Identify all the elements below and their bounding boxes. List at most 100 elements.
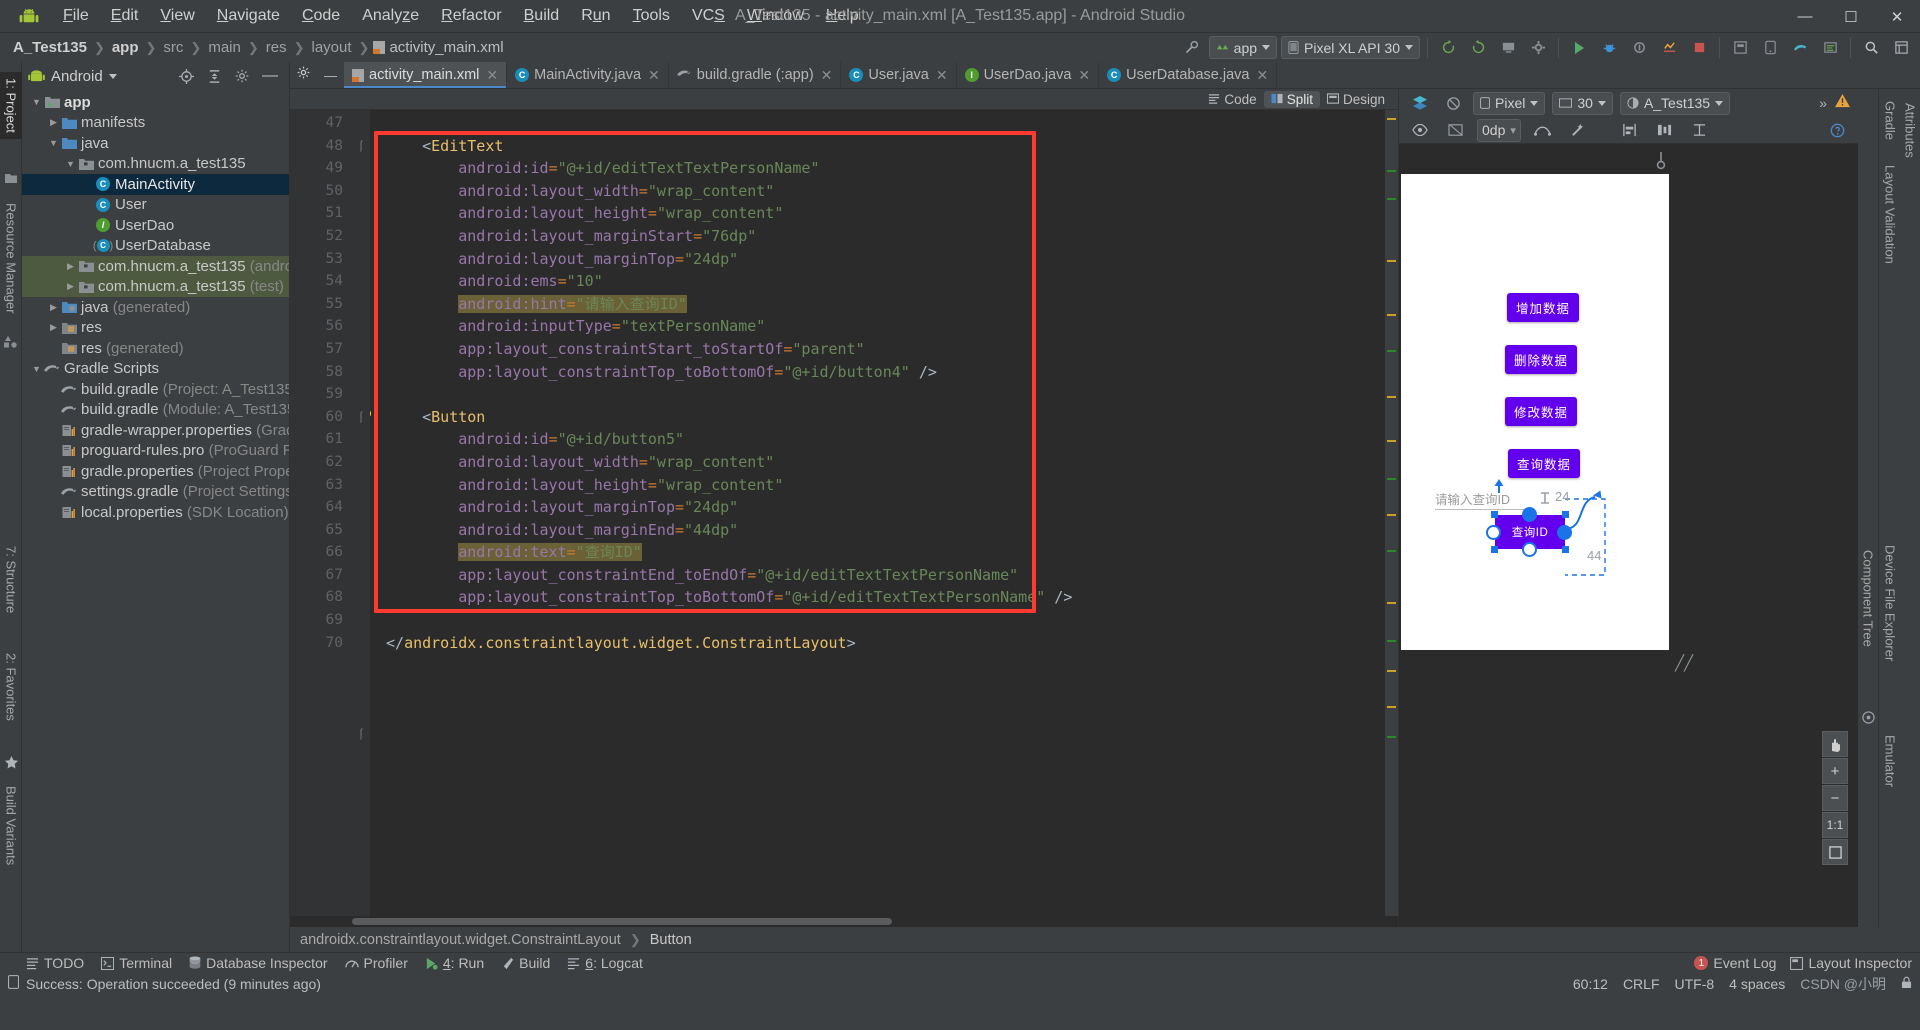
error-stripe-marker[interactable]	[1387, 440, 1396, 442]
breadcrumb-item-4[interactable]: res	[263, 39, 290, 56]
error-stripe-marker[interactable]	[1387, 314, 1396, 316]
editor-tab-userdao-java[interactable]: I UserDao.java ✕	[957, 62, 1100, 88]
editor-tab-userdatabase-java[interactable]: C UserDatabase.java ✕	[1099, 62, 1278, 88]
device-preview-surface[interactable]: 增加数据 删除数据 修改数据 查询数据 请输入查询ID 查询ID 24 44	[1401, 174, 1669, 650]
error-stripe-marker[interactable]	[1387, 198, 1396, 200]
menu-item-tools[interactable]: Tools	[622, 4, 681, 28]
hide-panel-icon[interactable]: —	[324, 68, 337, 83]
bottom-item-build[interactable]: Build	[501, 955, 550, 971]
bottom-item-logcat[interactable]: 6: Logcat	[567, 955, 643, 971]
sidebar-item-emulator[interactable]: Emulator	[1879, 729, 1901, 793]
zoom-actual-size[interactable]: 1:1	[1822, 812, 1848, 838]
error-stripe-marker[interactable]	[1387, 478, 1396, 480]
editor-tabs-left-controls[interactable]: —	[290, 62, 344, 88]
preview-button-add[interactable]: 增加数据	[1507, 293, 1580, 322]
sync-gradle-icon[interactable]	[1435, 36, 1461, 60]
bottom-item-layout-inspector[interactable]: Layout Inspector	[1790, 955, 1912, 971]
magic-wand-icon[interactable]	[1565, 118, 1591, 142]
menu-item-refactor[interactable]: Refactor	[430, 4, 512, 28]
constraint-anchor-bottom[interactable]	[1522, 542, 1537, 557]
resize-handle-tr[interactable]	[1562, 511, 1569, 518]
editor-tab-mainactivity-java[interactable]: C MainActivity.java ✕	[507, 62, 669, 88]
locate-icon[interactable]	[173, 64, 199, 88]
code-breadcrumb-child[interactable]: Button	[650, 932, 692, 948]
component-tree-strip[interactable]: Component Tree	[1858, 89, 1878, 927]
api-level-select[interactable]: 30	[1552, 91, 1613, 115]
layers-icon[interactable]	[1407, 91, 1433, 115]
menu-item-navigate[interactable]: Navigate	[206, 4, 291, 28]
right-tool-window-bar[interactable]: Gradle Layout Validation Device File Exp…	[1878, 89, 1900, 927]
view-mode-code[interactable]: Code	[1201, 91, 1263, 108]
tree-item-local-properties[interactable]: local.properties (SDK Location)	[22, 502, 289, 523]
sidebar-item-attributes[interactable]: Attributes	[1899, 97, 1920, 164]
wrench-icon[interactable]	[1179, 36, 1205, 60]
tree-item-manifests[interactable]: ▶ manifests	[22, 113, 289, 134]
chevron-right-icon[interactable]: ▶	[64, 281, 77, 292]
gradle-toolbar-icon[interactable]	[1787, 36, 1813, 60]
editor-tab-user-java[interactable]: C User.java ✕	[841, 62, 957, 88]
tree-item-settings-gradle[interactable]: settings.gradle (Project Settings)	[22, 482, 289, 503]
design-canvas[interactable]: 增加数据 删除数据 修改数据 查询数据 请输入查询ID 查询ID 24 44 ╱…	[1399, 144, 1858, 927]
breadcrumb-item-0[interactable]: A_Test135	[10, 39, 90, 56]
menu-item-view[interactable]: View	[149, 4, 205, 28]
error-stripe-marker[interactable]	[1387, 350, 1396, 352]
hide-panel-icon[interactable]: —	[257, 64, 283, 88]
logcat-toolbar-icon[interactable]	[1817, 36, 1843, 60]
fold-gutter[interactable]: ⎰ ⎰ ⎰	[352, 110, 370, 916]
attach-debugger-icon[interactable]	[1626, 36, 1652, 60]
menu-item-run[interactable]: Run	[570, 4, 621, 28]
tree-item-user[interactable]: C User	[22, 195, 289, 216]
file-encoding[interactable]: UTF-8	[1675, 976, 1715, 992]
error-stripe-marker[interactable]	[1387, 550, 1396, 552]
indent-setting[interactable]: 4 spaces	[1729, 976, 1785, 992]
chevron-right-icon[interactable]: ▶	[47, 302, 60, 313]
chevron-down-icon[interactable]: ▼	[30, 364, 43, 374]
sync-project-icon[interactable]	[1465, 36, 1491, 60]
chevron-right-icon[interactable]: ▶	[47, 117, 60, 128]
menu-item-edit[interactable]: Edit	[100, 4, 150, 28]
distribute-icon[interactable]	[1652, 118, 1678, 142]
sidebar-item-device-file-explorer[interactable]: Device File Explorer	[1879, 539, 1901, 667]
zoom-fit-icon[interactable]	[1822, 839, 1848, 865]
bottom-tool-window-bar[interactable]: TODO Terminal Database Inspector Profile…	[0, 952, 1920, 973]
tree-item-java[interactable]: ▼ java	[22, 133, 289, 154]
editor-tab-bar[interactable]: — activity_main.xml ✕ C MainActivity.jav…	[290, 62, 1920, 89]
tree-item-userdao[interactable]: I UserDao	[22, 215, 289, 236]
run-icon[interactable]	[1566, 36, 1592, 60]
horizontal-scrollbar-track[interactable]	[290, 916, 1398, 927]
error-stripe-marker[interactable]	[1387, 670, 1396, 672]
error-stripe-marker[interactable]	[1387, 706, 1396, 708]
run-configuration-select[interactable]: app	[1208, 36, 1278, 59]
zoom-controls[interactable]: + − 1:1	[1822, 731, 1848, 865]
constraints-icon[interactable]	[1530, 118, 1556, 142]
tree-item-mainactivity[interactable]: C MainActivity	[22, 174, 289, 195]
breadcrumb-item-2[interactable]: src	[160, 39, 186, 56]
resize-corner-icon[interactable]: ╱╱	[1675, 654, 1693, 672]
device-manager-icon[interactable]	[1757, 36, 1783, 60]
debug-icon[interactable]	[1596, 36, 1622, 60]
breadcrumb-item-3[interactable]: main	[205, 39, 244, 56]
chevron-down-icon[interactable]: ▼	[47, 138, 60, 148]
minimize-icon[interactable]: —	[1782, 0, 1828, 33]
design-toolbar-top[interactable]: Pixel 30 A_Test135 »	[1399, 89, 1858, 117]
project-tree[interactable]: ▼ app ▶ manifests ▼ java ▼ com.hnucm.a_test135 C…	[22, 90, 289, 952]
resize-handle-br[interactable]	[1562, 546, 1569, 553]
default-margin-select[interactable]: 0dp ▾	[1477, 118, 1521, 142]
sidebar-item-project[interactable]: 1: Project	[0, 72, 22, 139]
sidebar-item-layout-validation[interactable]: Layout Validation	[1879, 159, 1901, 270]
window-controls[interactable]: — ☐ ✕	[1782, 0, 1920, 33]
left-tool-window-bar[interactable]: 1: Project Resource Manager 7: Structure…	[0, 62, 22, 952]
maximize-icon[interactable]: ☐	[1828, 0, 1874, 33]
bottom-right-items[interactable]: 1 Event Log Layout Inspector	[1694, 955, 1912, 971]
close-icon[interactable]: ✕	[936, 67, 948, 84]
tree-item-res[interactable]: res (generated)	[22, 338, 289, 359]
error-stripe-marker[interactable]	[1387, 736, 1396, 738]
tree-item-gradle-properties[interactable]: gradle.properties (Project Propertie	[22, 461, 289, 482]
sidebar-item-structure[interactable]: 7: Structure	[0, 540, 22, 619]
preview-button-modify[interactable]: 修改数据	[1505, 397, 1578, 426]
view-mode-design[interactable]: Design	[1320, 91, 1392, 108]
bottom-item-todo[interactable]: TODO	[26, 955, 84, 971]
bottom-item-database-inspector[interactable]: Database Inspector	[189, 955, 328, 971]
caret-position[interactable]: 60:12	[1573, 976, 1608, 992]
menu-item-build[interactable]: Build	[513, 4, 571, 28]
